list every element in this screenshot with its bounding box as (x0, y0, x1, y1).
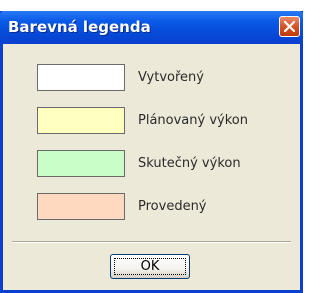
dialog-content: Vytvořený Plánovaný výkon Skutečný výkon… (3, 44, 300, 290)
legend-label-actual: Skutečný výkon (138, 156, 241, 171)
close-icon (284, 21, 295, 32)
color-swatch-completed (37, 193, 125, 220)
ok-button[interactable]: OK (110, 254, 190, 279)
legend-dialog: Barevná legenda Vytvořený Plánovaný výko… (0, 11, 303, 293)
color-swatch-planned (37, 107, 125, 134)
dialog-title: Barevná legenda (8, 18, 151, 36)
title-bar[interactable]: Barevná legenda (0, 11, 303, 44)
legend-row-completed: Provedený (37, 193, 287, 222)
color-swatch-created (37, 64, 125, 91)
ok-button-label: OK (114, 258, 186, 275)
legend-label-planned: Plánovaný výkon (138, 113, 248, 128)
legend-row-planned: Plánovaný výkon (37, 107, 287, 136)
legend-label-created: Vytvořený (138, 70, 204, 85)
divider (12, 241, 291, 243)
legend-row-created: Vytvořený (37, 64, 287, 93)
color-swatch-actual (37, 150, 125, 177)
legend-label-completed: Provedený (138, 199, 207, 214)
legend-row-actual: Skutečný výkon (37, 150, 287, 179)
close-button[interactable] (279, 16, 300, 37)
